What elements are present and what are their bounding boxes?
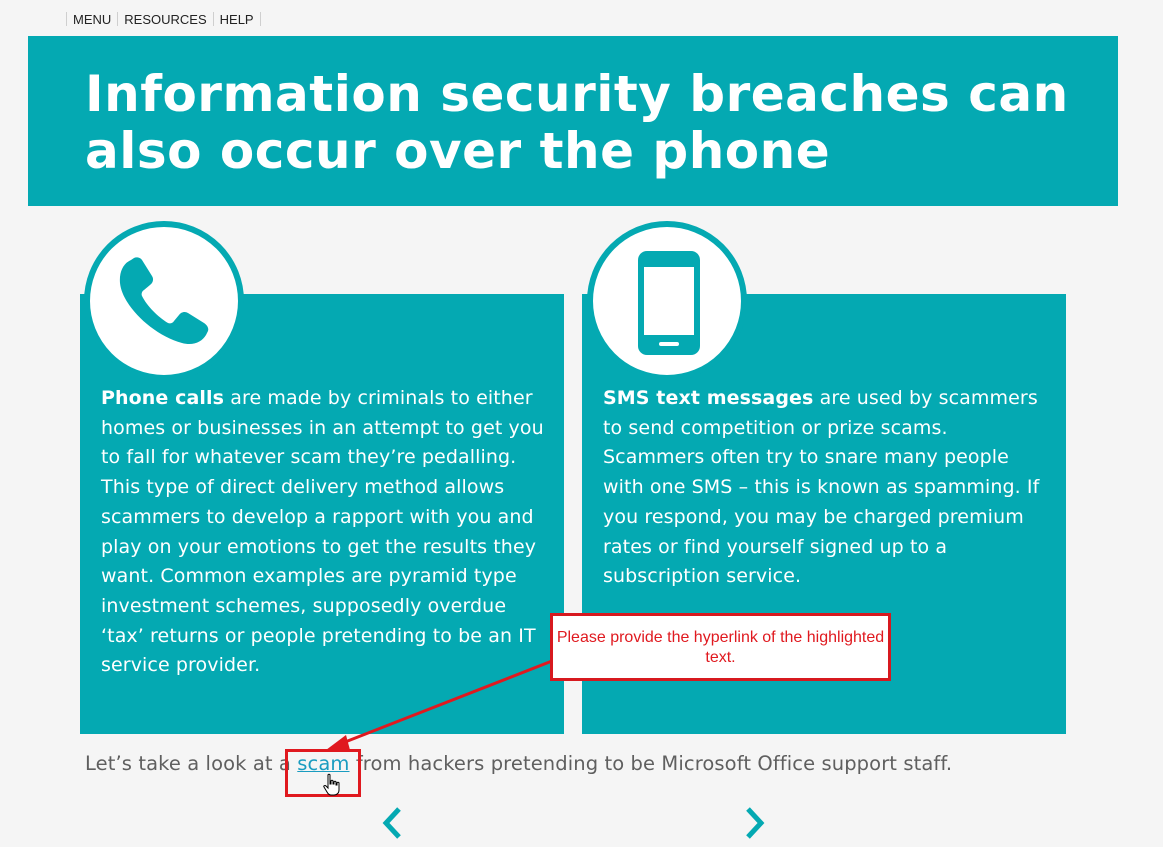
intro-after: from hackers pretending to be Microsoft … [349,752,953,775]
intro-before: Let’s take a look at a [85,752,298,775]
nav-separator [259,12,261,26]
sms-heading: SMS text messages [603,387,814,409]
phone-icon [119,257,209,345]
phone-calls-text: Phone calls are made by criminals to eit… [101,384,551,681]
title-banner: Information security breaches can also o… [28,36,1118,206]
previous-chevron-icon[interactable] [378,805,406,841]
phone-calls-heading: Phone calls [101,387,225,409]
nav-resources[interactable]: RESOURCES [118,12,212,27]
hand-cursor-icon [323,773,340,796]
nav-help[interactable]: HELP [214,12,260,27]
top-nav: MENU RESOURCES HELP [66,10,261,28]
page-title: Information security breaches can also o… [85,66,1095,180]
nav-menu[interactable]: MENU [67,12,117,27]
page-title-line1: Information security breaches can [85,65,1069,123]
next-chevron-icon[interactable] [741,805,769,841]
page-title-line2: also occur over the phone [85,122,831,180]
sms-body: are used by scammers to send competition… [603,387,1040,588]
annotation-callout: Please provide the hyperlink of the high… [550,613,891,681]
mobile-icon-circle [587,221,747,381]
mobile-phone-icon [638,251,700,355]
phone-icon-circle [84,221,244,381]
sms-text: SMS text messages are used by scammers t… [603,384,1053,592]
intro-sentence: Let’s take a look at a scam from hackers… [85,752,952,775]
phone-calls-body: are made by criminals to either homes or… [101,387,544,677]
